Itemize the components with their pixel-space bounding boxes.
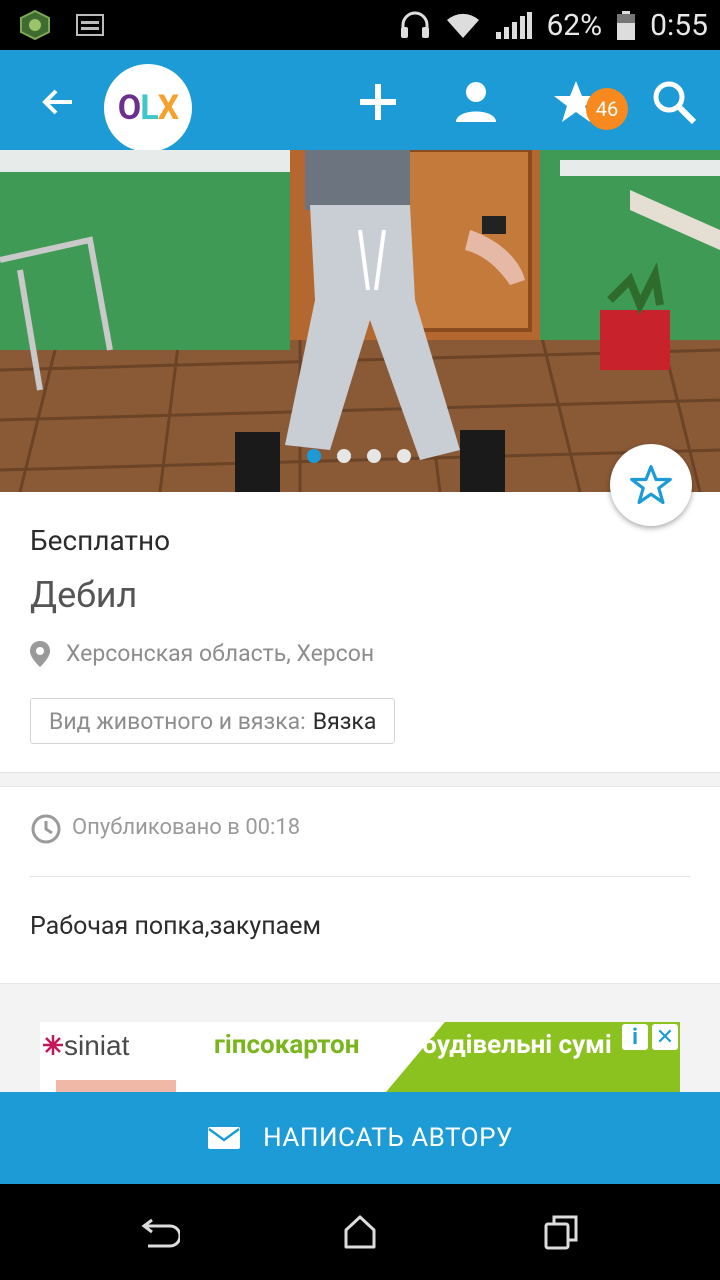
status-bar: 62% 0:55 bbox=[0, 0, 720, 50]
parameter-value: Вязка bbox=[312, 707, 377, 735]
gallery-dot[interactable] bbox=[367, 449, 381, 463]
divider bbox=[30, 876, 690, 877]
parameter-label: Вид животного и вязка: bbox=[49, 707, 306, 735]
back-nav-icon[interactable] bbox=[140, 1212, 180, 1252]
add-icon[interactable] bbox=[354, 78, 402, 126]
olx-logo[interactable]: OLX bbox=[104, 64, 192, 152]
listing-location[interactable]: Херсонская область, Херсон bbox=[66, 640, 374, 667]
clock-icon bbox=[31, 814, 61, 844]
battery-icon bbox=[617, 10, 636, 40]
wifi-icon bbox=[447, 13, 480, 38]
recents-nav-icon[interactable] bbox=[542, 1212, 582, 1252]
listing-description: Рабочая попка,закупаем bbox=[30, 912, 322, 941]
ad-banner[interactable]: siniat гіпсокартон будівельні сумі i ✕ bbox=[40, 1022, 680, 1092]
write-to-author-button[interactable]: НАПИСАТЬ АВТОРУ bbox=[0, 1092, 720, 1184]
image-notification-icon bbox=[76, 14, 104, 36]
ad-headline: будівельні сумі bbox=[422, 1030, 612, 1060]
clock-time: 0:55 bbox=[650, 8, 708, 43]
app-notification-icon bbox=[20, 10, 50, 40]
listing-title: Дебил bbox=[30, 574, 138, 616]
star-outline-icon bbox=[630, 465, 672, 505]
signal-icon bbox=[496, 11, 533, 39]
search-icon[interactable] bbox=[650, 78, 698, 126]
battery-percent: 62% bbox=[546, 8, 603, 43]
gallery-dot[interactable] bbox=[337, 449, 351, 463]
system-nav-bar bbox=[0, 1184, 720, 1280]
ad-close-icon[interactable]: ✕ bbox=[652, 1024, 678, 1050]
headset-icon bbox=[401, 11, 430, 38]
listing-parameter: Вид животного и вязка: Вязка bbox=[30, 698, 396, 744]
write-to-author-label: НАПИСАТЬ АВТОРУ bbox=[263, 1123, 513, 1153]
siniat-logo-icon bbox=[43, 1035, 63, 1055]
account-icon[interactable] bbox=[452, 78, 500, 126]
listing-price: Бесплатно bbox=[30, 524, 171, 557]
home-nav-icon[interactable] bbox=[340, 1212, 380, 1252]
envelope-icon bbox=[208, 1127, 241, 1149]
ad-product-text: гіпсокартон bbox=[214, 1030, 360, 1060]
location-pin-icon bbox=[30, 641, 50, 667]
ad-controls: i ✕ bbox=[622, 1024, 678, 1050]
ad-brand-name: siniat bbox=[64, 1030, 130, 1061]
back-arrow-icon[interactable] bbox=[36, 80, 80, 124]
ad-brand-panel: siniat bbox=[40, 1022, 200, 1092]
ad-product-image bbox=[56, 1080, 176, 1092]
ad-info-icon[interactable]: i bbox=[622, 1024, 648, 1050]
gallery-dot[interactable] bbox=[307, 449, 321, 463]
app-bar: OLX 46 bbox=[0, 50, 720, 152]
favorites-count-badge: 46 bbox=[586, 88, 628, 130]
published-time: Опубликовано в 00:18 bbox=[72, 815, 301, 840]
add-to-favorites-button[interactable] bbox=[610, 444, 692, 526]
listing-photo[interactable] bbox=[0, 150, 720, 492]
gallery-dot[interactable] bbox=[397, 449, 411, 463]
gallery-pagination bbox=[307, 449, 411, 463]
photo-image bbox=[0, 150, 720, 492]
